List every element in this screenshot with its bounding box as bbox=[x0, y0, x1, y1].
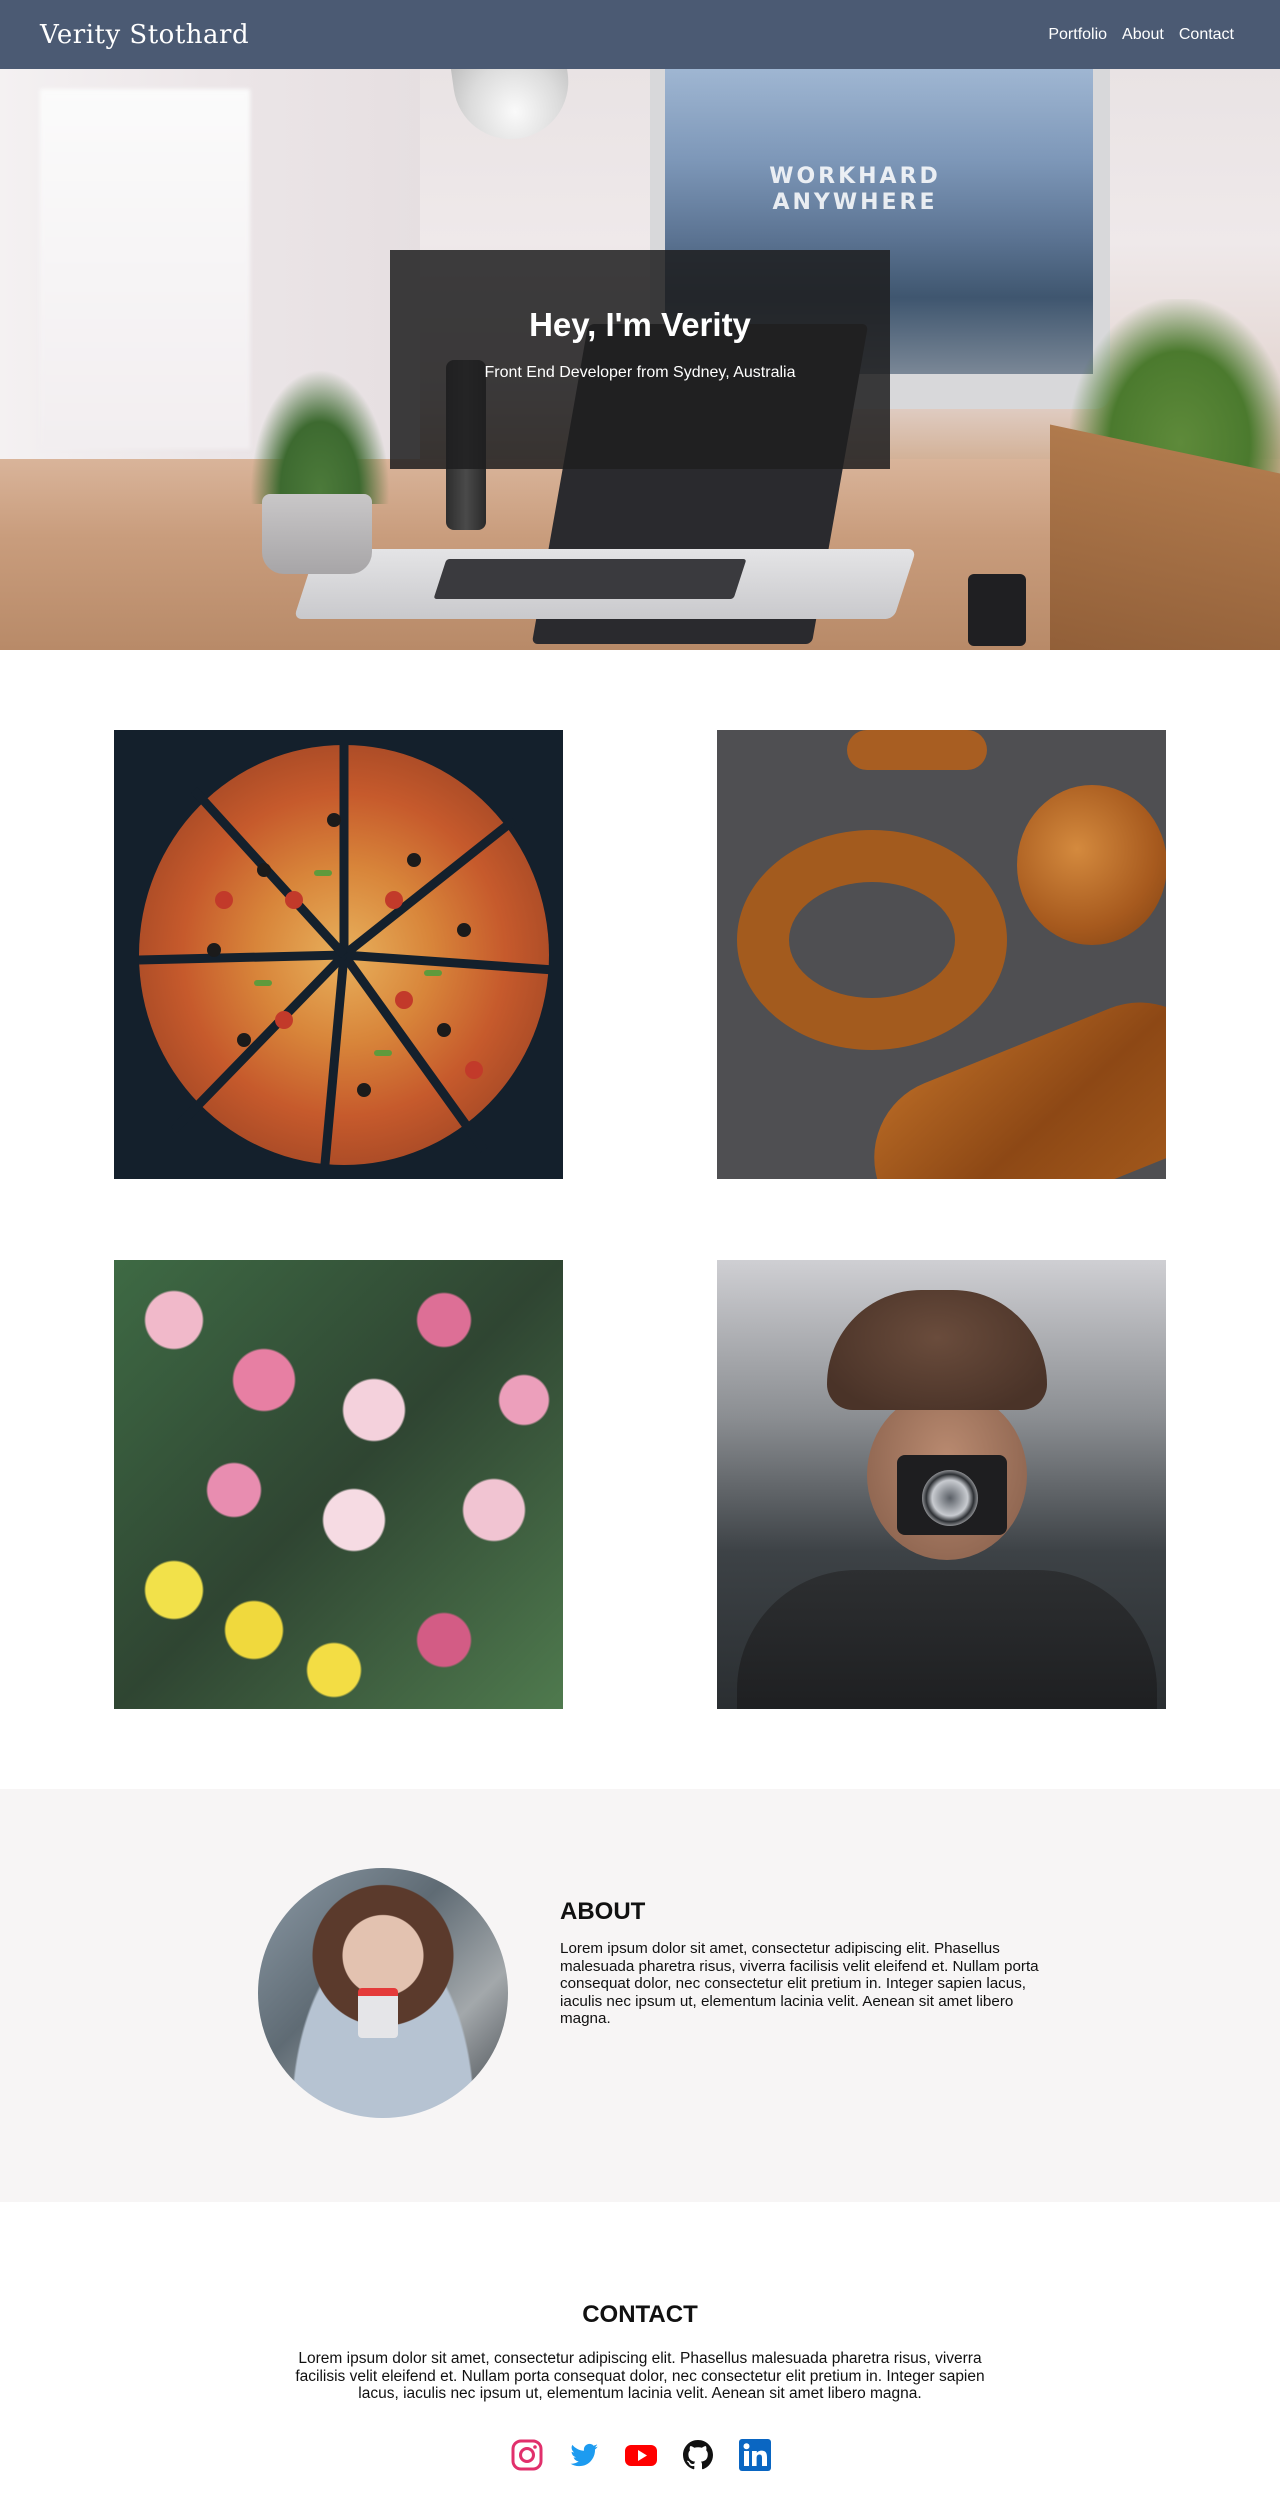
youtube-link[interactable] bbox=[624, 2438, 658, 2472]
hero-subtitle: Front End Developer from Sydney, Austral… bbox=[484, 364, 796, 381]
social-links bbox=[510, 2438, 772, 2472]
pretzel-roll-top bbox=[847, 730, 987, 770]
hero-plant-left-pot bbox=[262, 494, 372, 574]
nav-links: Portfolio About Contact bbox=[1048, 26, 1234, 44]
contact-body: Lorem ipsum dolor sit amet, consectetur … bbox=[295, 2350, 985, 2402]
pretzel-bun bbox=[1017, 785, 1166, 945]
hero-laptop-keyboard bbox=[433, 559, 747, 599]
github-icon bbox=[683, 2440, 713, 2470]
photographer-camera-lens bbox=[922, 1470, 978, 1526]
pizza-image[interactable] bbox=[114, 730, 563, 1179]
nav-link-portfolio[interactable]: Portfolio bbox=[1048, 26, 1107, 44]
photographer-jacket bbox=[737, 1570, 1157, 1709]
instagram-link[interactable] bbox=[510, 2438, 544, 2472]
twitter-icon bbox=[570, 2443, 598, 2467]
hero-plant-left bbox=[250, 369, 390, 504]
about-body: Lorem ipsum dolor sit amet, consectetur … bbox=[560, 1940, 1039, 2027]
linkedin-link[interactable] bbox=[738, 2438, 772, 2472]
portfolio-gallery bbox=[0, 650, 1280, 1789]
about-title: ABOUT bbox=[560, 1898, 646, 1925]
youtube-icon bbox=[625, 2445, 657, 2466]
tulips-image[interactable] bbox=[114, 1260, 563, 1709]
brand-logo[interactable]: Verity Stothard bbox=[40, 20, 249, 50]
pizza-slice-cuts bbox=[138, 740, 555, 1176]
nav-link-about[interactable]: About bbox=[1122, 26, 1164, 44]
linkedin-icon bbox=[739, 2439, 771, 2471]
avatar-cup bbox=[358, 1988, 398, 2038]
gallery-row bbox=[0, 730, 1280, 1179]
hero-lamp bbox=[449, 69, 576, 147]
about-section: ABOUT Lorem ipsum dolor sit amet, consec… bbox=[0, 1789, 1280, 2202]
photographer-hat bbox=[827, 1290, 1047, 1410]
contact-title: CONTACT bbox=[582, 2301, 698, 2328]
nav-link-contact[interactable]: Contact bbox=[1179, 26, 1234, 44]
hero-card: Hey, I'm Verity Front End Developer from… bbox=[390, 250, 890, 469]
pretzel-image[interactable] bbox=[717, 730, 1166, 1179]
twitter-link[interactable] bbox=[567, 2438, 601, 2472]
hero-background-window bbox=[40, 89, 250, 449]
instagram-icon bbox=[511, 2439, 543, 2471]
photographer-image[interactable] bbox=[717, 1260, 1166, 1709]
gallery-row bbox=[0, 1260, 1280, 1709]
hero-pen-cup bbox=[968, 574, 1026, 646]
about-text: ABOUT Lorem ipsum dolor sit amet, consec… bbox=[560, 1898, 1050, 2028]
hero-screen-text: WORKHARD ANYWHERE bbox=[769, 164, 941, 215]
top-nav: Verity Stothard Portfolio About Contact bbox=[0, 0, 1280, 69]
contact-section: CONTACT Lorem ipsum dolor sit amet, cons… bbox=[0, 2202, 1280, 2499]
github-link[interactable] bbox=[681, 2438, 715, 2472]
hero-section: WORKHARD ANYWHERE Hey, I'm Verity Front … bbox=[0, 69, 1280, 650]
avatar bbox=[258, 1868, 508, 2118]
hero-title: Hey, I'm Verity bbox=[529, 306, 751, 343]
pretzel-knot bbox=[737, 830, 1007, 1050]
